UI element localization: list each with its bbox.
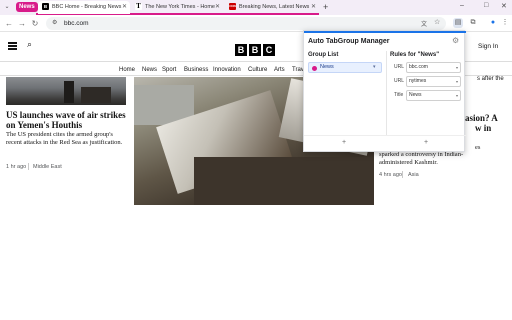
close-tab-icon[interactable]: ✕ [311,1,316,14]
right-story-text-1: s after the [477,76,504,82]
rule-value: nytimes [409,78,427,84]
tab-search-icon[interactable]: ⌄ [3,3,11,11]
translate-icon[interactable]: 文 [421,19,427,28]
popup-accent-bar [304,31,466,33]
rules-title: Rules for "News" [390,52,440,58]
back-button[interactable]: ← [4,18,14,29]
rule-row: URL nytimes ▾ [391,76,461,87]
tab-nytimes[interactable]: T The New York Times - Home ✕ [131,1,223,14]
tab-bbc[interactable]: B BBC Home - Breaking News ✕ [38,1,130,14]
maximize-button[interactable]: □ [484,2,488,9]
right-story-section[interactable]: Asia [408,172,419,178]
chevron-down-icon[interactable]: ▾ [456,77,458,86]
group-menu-icon[interactable]: ▾ [373,63,376,72]
nav-arts[interactable]: Arts [274,65,285,75]
group-list-item-news[interactable]: News ▾ [308,62,382,73]
chevron-down-icon[interactable]: ▾ [456,91,458,100]
new-tab-button[interactable]: + [323,1,328,13]
reload-button[interactable]: ↻ [30,18,40,29]
group-color-dot-icon [312,65,317,71]
search-icon[interactable]: ⌕ [27,39,32,50]
tab-title: Breaking News, Latest News [239,4,310,10]
logo-letter: C [263,44,275,56]
nav-business[interactable]: Business [184,65,208,75]
meta-divider [402,171,403,178]
column-divider [386,51,387,135]
chevron-down-icon[interactable]: ▾ [456,63,458,72]
group-name: News [320,64,334,70]
tab-strip: ⌄ News B BBC Home - Breaking News ✕ T The … [0,0,512,15]
nav-news[interactable]: News [142,65,157,75]
cnn-favicon-icon: CNN [229,3,236,11]
right-story-headline-1[interactable]: asion? A [465,113,498,123]
tab-cnn[interactable]: CNN Breaking News, Latest News ✕ [225,1,319,14]
story-headline[interactable]: US launches wave of air strikes on Yemen… [6,110,128,130]
meta-divider [28,163,29,170]
tab-title: The New York Times - Home [145,4,215,10]
right-story-headline-2[interactable]: w in [475,123,491,133]
right-story-summary-1: es [475,144,481,151]
tab-group-chip[interactable]: News [16,2,38,12]
story-time: 1 hr ago [6,164,27,170]
logo-letter: B [249,44,261,56]
story-summary: The US president cites the armed group's… [6,131,123,146]
extension-popup: Auto TabGroup Manager ⚙ Group List Rules… [303,30,466,152]
hamburger-menu-icon[interactable] [8,42,17,50]
rule-row: URL bbc.com ▾ [391,62,461,73]
nav-innovation[interactable]: Innovation [213,65,241,75]
tab-title: BBC Home - Breaking News [52,4,122,10]
minimize-button[interactable]: – [460,2,464,9]
sign-in-button[interactable]: Sign In [478,43,498,50]
popup-title: Auto TabGroup Manager [308,38,390,45]
add-group-button[interactable]: + [342,139,346,146]
close-window-button[interactable]: ✕ [501,2,507,10]
settings-gear-icon[interactable]: ⚙ [452,36,459,45]
close-tab-icon[interactable]: ✕ [215,1,220,14]
rule-value-input[interactable]: nytimes ▾ [406,76,461,87]
nav-sport[interactable]: Sport [162,65,176,75]
logo-letter: B [235,44,247,56]
rule-type-label: URL [394,78,405,84]
group-list-title: Group List [308,52,339,58]
menu-kebab-icon[interactable]: ⋮ [500,18,510,28]
extensions-puzzle-icon[interactable]: ⧉ [468,18,478,28]
profile-avatar-icon[interactable]: ● [488,18,498,28]
nav-travel[interactable]: Trav [292,65,304,75]
forward-button[interactable]: → [17,18,27,29]
close-tab-icon[interactable]: ✕ [122,1,127,14]
bookmark-star-icon[interactable]: ☆ [434,18,440,26]
popup-footer-divider [304,135,466,136]
add-rule-button[interactable]: + [424,139,428,146]
url-text[interactable]: bbc.com [64,17,89,30]
site-info-icon[interactable]: ⚙ [52,20,57,27]
rule-type-label: URL [394,64,405,70]
rule-type-label: Title [394,92,404,98]
nav-culture[interactable]: Culture [248,65,267,75]
story-section[interactable]: Middle East [33,164,62,170]
address-bar[interactable]: ⚙ bbc.com 文 ☆ [46,17,446,30]
right-story-summary-2: sparked a controversy in Indian-administ… [379,151,464,166]
bbc-logo[interactable]: BBC [235,40,277,58]
rule-value-input[interactable]: bbc.com ▾ [406,62,461,73]
rule-value-input[interactable]: News ▾ [406,90,461,101]
bbc-favicon-icon: B [42,3,49,11]
story-image-yemen[interactable] [6,77,126,105]
rule-value: bbc.com [409,64,428,70]
nytimes-favicon-icon: T [135,2,142,11]
rule-value: News [409,92,422,98]
rule-row: Title News ▾ [391,90,461,101]
right-story-time: 4 hrs ago [379,172,402,178]
extension-active-icon[interactable]: ▤ [453,18,463,28]
